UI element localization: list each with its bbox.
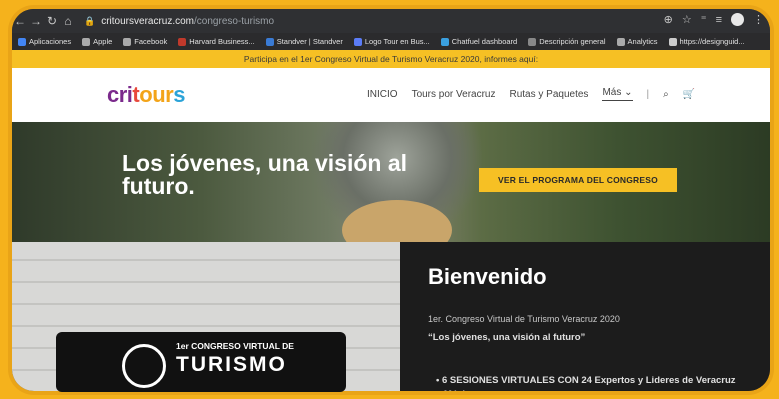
program-button[interactable]: VER EL PROGRAMA DEL CONGRESO (479, 168, 677, 192)
welcome-bullet: • 6 SESIONES VIRTUALES CON 24 Expertos y… (436, 374, 736, 391)
bookmark-label: Descripción general (539, 37, 606, 46)
menu-icon[interactable]: ⋮ (753, 13, 764, 26)
bookmark-icon (123, 37, 132, 46)
nav-rutas[interactable]: Rutas y Paquetes (510, 89, 589, 100)
nav-divider: | (646, 88, 650, 100)
welcome-heading: Bienvenido (428, 264, 547, 289)
bookmark-item[interactable]: Analytics (616, 37, 658, 46)
bookmark-icon (353, 37, 362, 46)
hero-banner: Los jóvenes, una visión al futuro. VER E… (12, 122, 770, 242)
bookmark-item[interactable]: Harvard Business... (178, 37, 255, 46)
bookmark-item[interactable]: Apple (82, 37, 112, 46)
lock-icon: 🔒 (84, 15, 96, 26)
bookmark-icon (668, 37, 677, 46)
logo-part: s (173, 82, 185, 107)
bookmark-label: https://designguid... (679, 37, 745, 46)
bookmark-item[interactable]: Standver | Standver (265, 37, 343, 46)
bookmark-item[interactable]: Descripción general (528, 37, 606, 46)
congress-logo-line2: TURISMO (176, 353, 287, 376)
browser-actions: ⊕ ☆ ⁼ ≡ ⋮ (664, 13, 764, 26)
congress-mark-icon (122, 344, 166, 388)
extension-icon[interactable]: ⁼ (701, 13, 707, 26)
url-host: critoursveracruz.com (101, 15, 195, 27)
nav-inicio[interactable]: INICIO (367, 89, 398, 100)
bookmark-icon (265, 37, 274, 46)
logo-part: our (139, 82, 174, 107)
filter-icon[interactable]: ≡ (716, 14, 722, 26)
bookmark-label: Standver | Standver (276, 37, 343, 46)
bookmark-label: Apple (93, 37, 113, 46)
bookmark-item[interactable]: Facebook (123, 37, 167, 46)
bookmark-icon (18, 37, 26, 46)
bookmark-label: Logo Tour en Bus... (364, 37, 430, 46)
home-icon[interactable]: ⌂ (60, 14, 76, 28)
search-icon[interactable]: ⌕ (663, 89, 669, 100)
chevron-down-icon: ⌄ (624, 87, 633, 98)
announcement-bar[interactable]: Participa en el 1er Congreso Virtual de … (12, 50, 770, 68)
welcome-bullet-text: 6 SESIONES VIRTUALES CON 24 Expertos y L… (436, 375, 736, 391)
bookmark-icon (440, 37, 449, 46)
welcome-section: Bienvenido 1er. Congreso Virtual de Turi… (400, 242, 770, 391)
bookmark-item[interactable]: Chatfuel dashboard (440, 37, 518, 46)
back-icon[interactable]: ← (12, 14, 28, 28)
bookmark-icon (528, 37, 537, 46)
bookmark-label: Harvard Business... (189, 37, 255, 46)
url-field[interactable]: 🔒 critoursveracruz.com/congreso-turismo (84, 16, 274, 27)
bookmark-item[interactable]: Logo Tour en Bus... (353, 37, 430, 46)
cart-icon[interactable]: 🛒 (683, 89, 695, 100)
hero-title: Los jóvenes, una visión al futuro. (122, 150, 408, 199)
welcome-subtitle: 1er. Congreso Virtual de Turismo Veracru… (428, 314, 620, 324)
url-path: /congreso-turismo (194, 15, 275, 27)
welcome-tagline: “Los jóvenes, una visión al futuro” (428, 332, 586, 343)
nav-mas-label: Más (602, 87, 622, 98)
reload-icon[interactable]: ↻ (44, 14, 60, 28)
bookmark-label: Analytics (627, 37, 658, 46)
zoom-icon[interactable]: ⊕ (664, 13, 673, 26)
bookmarks-bar: Aplicaciones Apple Facebook Harvard Busines… (12, 33, 770, 50)
logo-part: cri (107, 82, 133, 107)
address-bar-row: ← → ↻ ⌂ 🔒 critoursveracruz.com/congreso-… (12, 9, 770, 33)
bookmark-label: Chatfuel dashboard (451, 37, 518, 46)
bookmark-item[interactable]: Aplicaciones (18, 37, 71, 46)
bookmark-label: Facebook (134, 37, 168, 46)
critours-logo[interactable]: critours (107, 82, 185, 108)
bookmark-item[interactable]: https://designguid... (668, 37, 745, 46)
bookmark-label: Aplicaciones (29, 37, 72, 46)
nav-mas[interactable]: Más ⌄ (602, 87, 633, 101)
bookmark-icon (82, 37, 91, 46)
star-icon[interactable]: ☆ (682, 13, 692, 26)
site-header: critours INICIO Tours por Veracruz Rutas… (12, 68, 770, 122)
congress-logo-card: 1er CONGRESO VIRTUAL DE TURISMO (56, 332, 346, 392)
nav-tours[interactable]: Tours por Veracruz (412, 89, 496, 100)
bookmark-icon (616, 37, 625, 46)
profile-avatar[interactable] (731, 13, 744, 26)
forward-icon[interactable]: → (28, 14, 44, 28)
congress-logo-line1: 1er CONGRESO VIRTUAL DE (176, 341, 294, 351)
bookmark-icon (178, 37, 187, 46)
main-nav: INICIO Tours por Veracruz Rutas y Paquet… (367, 87, 695, 101)
